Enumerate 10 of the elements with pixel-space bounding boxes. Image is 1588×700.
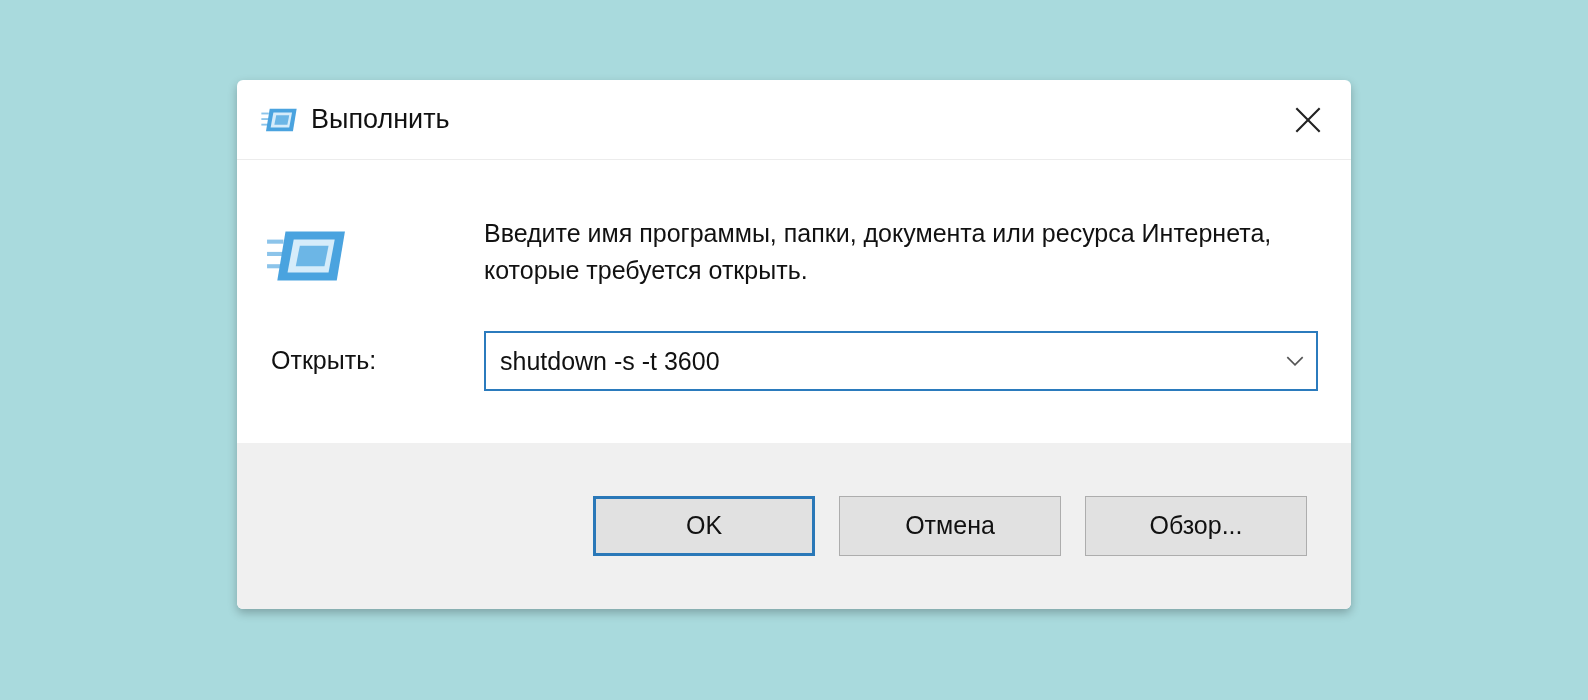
command-field[interactable]: shutdown -s -t 3600 (484, 331, 1318, 391)
chevron-down-icon[interactable] (1286, 356, 1304, 367)
dialog-button[interactable]: Отмена (839, 496, 1061, 556)
open-label: Открыть: (270, 345, 378, 377)
close-icon (1294, 105, 1322, 134)
prompt-text: Введите имя программы, папки, документа или ресурса Интернета, которые требуется открыть. (484, 218, 1273, 286)
run-icon (259, 106, 299, 133)
dialog-button[interactable]: Обзор... (1085, 496, 1307, 556)
dialog-button[interactable]: OK (593, 496, 815, 556)
window-title: Выполнить (311, 103, 450, 137)
